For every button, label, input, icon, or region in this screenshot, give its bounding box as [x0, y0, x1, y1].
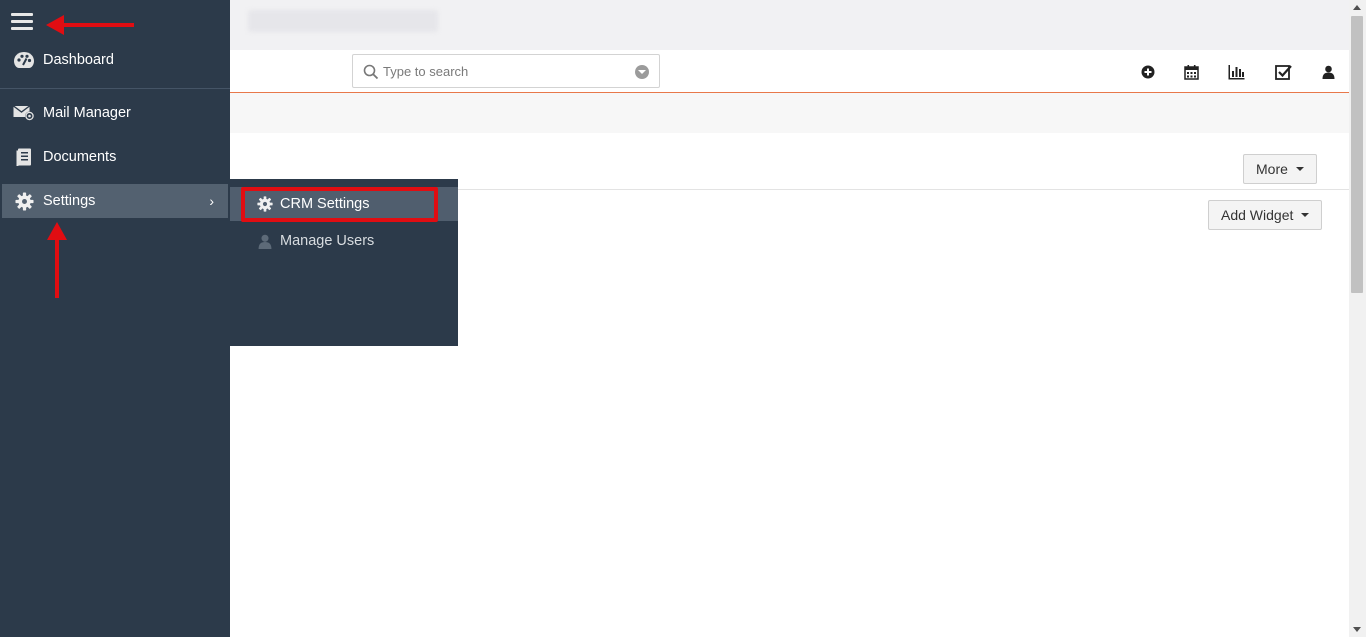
calendar-icon[interactable]: [1182, 64, 1200, 80]
vertical-scrollbar[interactable]: [1349, 0, 1366, 637]
more-button[interactable]: More: [1243, 154, 1317, 184]
app-window: Type to search More Add Widget Dashboard…: [0, 0, 1366, 637]
submenu-item-manage-users[interactable]: Manage Users: [230, 224, 458, 258]
scrollbar-thumb[interactable]: [1351, 16, 1363, 293]
caret-down-icon: [1301, 213, 1310, 217]
submenu-item-label: Manage Users: [280, 233, 375, 249]
annotation-arrow-up: [47, 222, 67, 298]
chevron-right-icon: ›: [209, 193, 214, 209]
scroll-down-icon[interactable]: [1353, 627, 1361, 632]
plus-circle-icon[interactable]: [1139, 64, 1157, 80]
mail-icon: [13, 105, 35, 121]
highlight-box: [241, 187, 438, 222]
bar-chart-icon[interactable]: [1227, 64, 1245, 80]
search-icon: [363, 64, 379, 80]
palette-icon: [13, 51, 35, 69]
search-input[interactable]: Type to search: [383, 64, 468, 79]
scroll-up-icon[interactable]: [1353, 5, 1361, 10]
sidebar-item-label: Dashboard: [43, 52, 114, 68]
sidebar: Dashboard Mail Manager Documents Setting…: [0, 0, 230, 637]
sidebar-item-documents[interactable]: Documents: [0, 140, 230, 174]
annotation-arrow-left: [46, 15, 134, 35]
sidebar-item-label: Documents: [43, 149, 117, 165]
header-bar: Type to search: [230, 50, 1349, 93]
gear-icon: [13, 191, 35, 211]
document-icon: [13, 148, 35, 167]
user-icon[interactable]: [1319, 64, 1337, 80]
blurred-content: [248, 10, 438, 32]
sidebar-divider: [0, 88, 230, 89]
search-dropdown-icon[interactable]: [635, 65, 649, 79]
sidebar-item-settings[interactable]: Settings ›: [2, 184, 228, 218]
add-widget-button[interactable]: Add Widget: [1208, 200, 1323, 230]
search-box[interactable]: Type to search: [352, 54, 660, 88]
sidebar-item-dashboard[interactable]: Dashboard: [0, 43, 230, 77]
top-banner: [230, 0, 1349, 50]
sidebar-item-label: Settings: [43, 193, 96, 209]
sub-toolbar: [230, 93, 1349, 133]
hamburger-menu-icon[interactable]: [11, 13, 33, 31]
checkbox-icon[interactable]: [1274, 64, 1292, 80]
more-button-label: More: [1256, 161, 1288, 177]
user-icon: [256, 234, 274, 249]
add-widget-label: Add Widget: [1221, 207, 1294, 223]
sidebar-item-label: Mail Manager: [43, 105, 131, 121]
caret-down-icon: [1295, 167, 1304, 171]
sidebar-item-mail-manager[interactable]: Mail Manager: [0, 96, 230, 130]
